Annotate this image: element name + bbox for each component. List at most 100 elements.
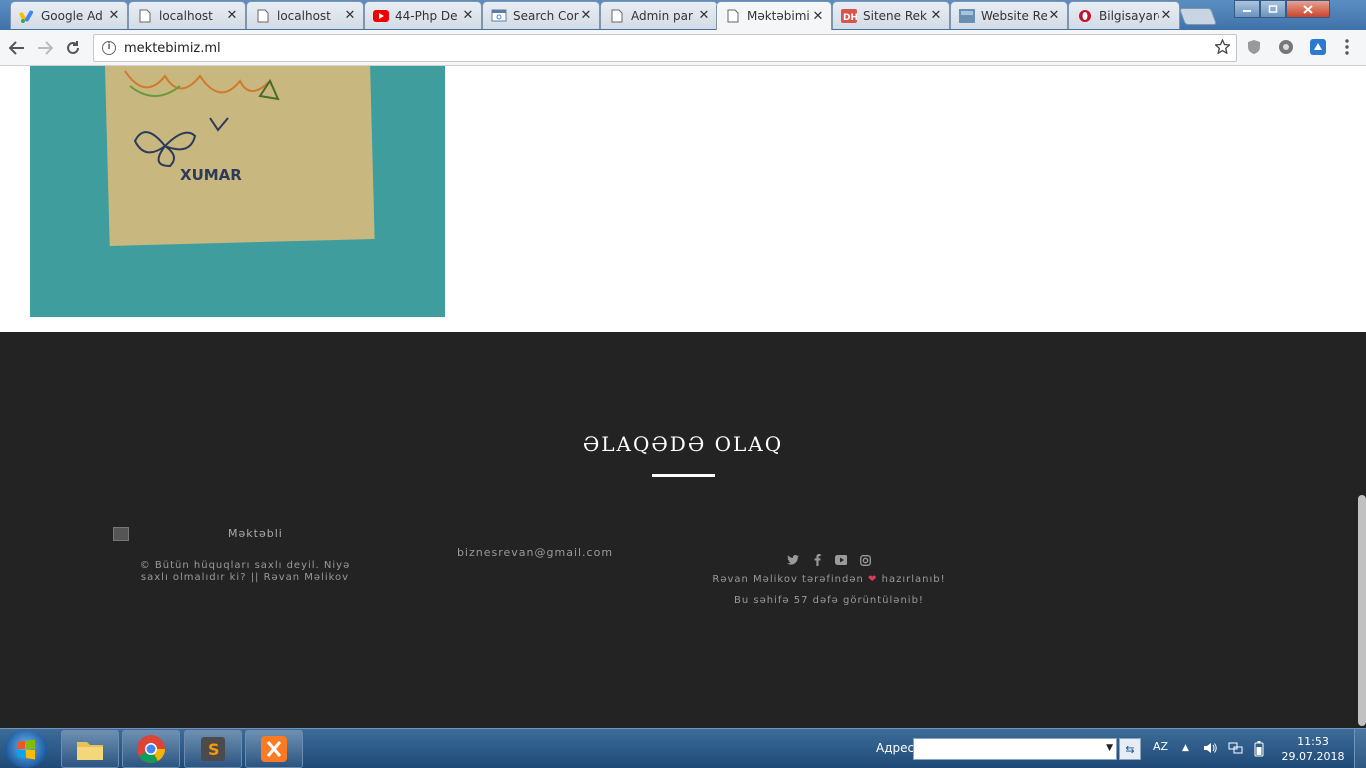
youtube-social-icon[interactable] [835,554,847,566]
close-icon[interactable]: ✕ [579,8,593,23]
tab-label: Google Ad [41,8,103,23]
chrome-icon [137,735,165,763]
close-icon[interactable]: ✕ [225,8,239,23]
clock-time: 11:53 [1297,735,1329,748]
sublime-text-icon: S [201,737,225,761]
page-icon [137,8,153,24]
address-toolbar-label: Адрес [876,741,915,755]
tab-mektebimiz[interactable]: Məktəbimi ✕ [716,1,832,30]
tab-website-review[interactable]: Website Re ✕ [950,1,1068,29]
taskbar-chrome[interactable] [122,730,180,768]
windows-taskbar: S Адрес ▼ ⇆ AZ ▲ 11:53 29.07.2018 [0,728,1366,768]
tab-label: localhost [277,8,331,23]
tab-label: Məktəbimi [747,9,810,23]
gallery-photo[interactable]: XUMAR [30,66,445,317]
page-icon [609,8,625,24]
close-icon[interactable]: ✕ [929,8,943,23]
network-icon[interactable] [1228,741,1244,758]
close-icon[interactable]: ✕ [107,8,121,23]
taskbar-xampp[interactable] [245,730,303,768]
xampp-icon [261,736,287,762]
heart-icon: ❤ [868,574,878,585]
windows-logo-icon [17,739,35,760]
show-desktop-button[interactable] [1354,729,1366,768]
screen: Google Ad ✕ localhost ✕ localhost ✕ 44-P… [0,0,1366,768]
footer: ƏLAQƏDƏ OLAQ Məktəbli © Bütün hüquqları … [0,332,1366,728]
battery-icon[interactable] [1254,741,1264,760]
instagram-icon[interactable] [859,554,871,566]
tab-localhost-1[interactable]: localhost ✕ [128,1,246,29]
minimize-icon[interactable] [1234,0,1260,18]
tab-google-ads[interactable]: Google Ad ✕ [10,1,128,29]
logo-alt-text: Məktəbli [228,527,283,540]
close-icon[interactable]: ✕ [343,8,357,23]
page-icon [725,8,741,24]
tab-admin-panel[interactable]: Admin par ✕ [600,1,718,29]
tab-label: Sitene Rek [863,8,927,23]
drawing-heart [209,117,229,132]
site-info-icon[interactable]: i [102,41,116,55]
tab-localhost-2[interactable]: localhost ✕ [246,1,364,29]
close-icon[interactable]: ✕ [697,8,711,23]
drawing-butterfly [133,131,197,168]
tab-search-console[interactable]: Search Cor ✕ [482,1,600,29]
language-indicator[interactable]: AZ [1153,740,1168,753]
tray-expand-icon[interactable]: ▲ [1182,743,1189,753]
broken-image-icon [113,527,129,541]
drawing-text: XUMAR [180,166,242,184]
system-clock[interactable]: 11:53 29.07.2018 [1280,734,1346,764]
made-by-suffix: hazırlanıb! [881,574,946,585]
footer-col-social: Rəvan Məlikov tərəfindən ❤ hazırlanıb! B… [700,554,958,606]
svg-text:DH: DH [843,13,857,23]
clock-date: 29.07.2018 [1281,750,1345,763]
window-close-icon[interactable] [1286,0,1330,18]
tab-strip: Google Ad ✕ localhost ✕ localhost ✕ 44-P… [0,0,1366,30]
tab-label: Admin par [631,8,693,23]
made-by-text: Rəvan Məlikov tərəfindən ❤ hazırlanıb! [700,574,958,585]
tab-label: Website Re [981,8,1047,23]
made-by-prefix: Rəvan Məlikov tərəfindən [712,574,864,585]
footer-email[interactable]: biznesrevan@gmail.com [440,546,630,559]
taskbar-explorer[interactable] [61,730,119,768]
tab-label: Search Cor [513,8,579,23]
taskbar-sublime[interactable]: S [184,730,242,768]
bookmark-star-icon[interactable] [1213,37,1232,58]
forward-icon[interactable] [34,37,56,59]
tab-sitene-reklam[interactable]: DH Sitene Rek ✕ [832,1,950,29]
search-console-icon [491,8,507,24]
website-icon [959,8,975,24]
go-arrows-icon[interactable]: ⇆ [1119,738,1141,760]
window-controls [1234,0,1330,18]
close-icon[interactable]: ✕ [1047,8,1061,23]
extension-gear-icon[interactable] [1277,38,1295,56]
address-toolbar-input[interactable]: ▼ [913,738,1117,760]
shield-icon[interactable] [1245,38,1263,56]
tab-label: 44-Php De [395,8,458,23]
page-scrollbar[interactable] [1358,495,1366,726]
svg-text:S: S [208,740,220,759]
new-tab-button[interactable] [1178,8,1218,25]
url-text: mektebimiz.ml [124,40,221,56]
dh-icon: DH [841,8,857,24]
volume-icon[interactable] [1203,741,1217,758]
copyright-text: © Bütün hüquqları saxlı deyil. Niyə saxl… [139,560,351,583]
facebook-icon[interactable] [811,554,823,566]
folder-icon [77,742,103,760]
back-icon[interactable] [6,37,28,59]
close-icon[interactable]: ✕ [811,9,825,24]
extension-icon[interactable] [1309,38,1327,56]
reload-icon[interactable] [62,37,84,59]
menu-kebab-icon[interactable] [1338,38,1356,56]
twitter-icon[interactable] [787,554,799,566]
address-bar[interactable]: i mektebimiz.ml [93,34,1237,62]
start-button[interactable] [5,730,47,768]
page-viewport: XUMAR ƏLAQƏDƏ OLAQ Məktəbli © Bütün hüqu… [0,66,1366,728]
footer-divider [652,474,715,477]
close-icon[interactable]: ✕ [1159,8,1173,23]
close-icon[interactable]: ✕ [461,8,475,23]
maximize-icon[interactable] [1260,0,1286,18]
dropdown-arrow-icon[interactable]: ▼ [1106,743,1113,753]
tab-bilgisayarci[interactable]: Bilgisayarc ✕ [1068,1,1180,29]
tab-youtube[interactable]: 44-Php De ✕ [364,1,482,29]
view-count-text: Bu səhifə 57 dəfə görüntülənib! [734,595,924,606]
